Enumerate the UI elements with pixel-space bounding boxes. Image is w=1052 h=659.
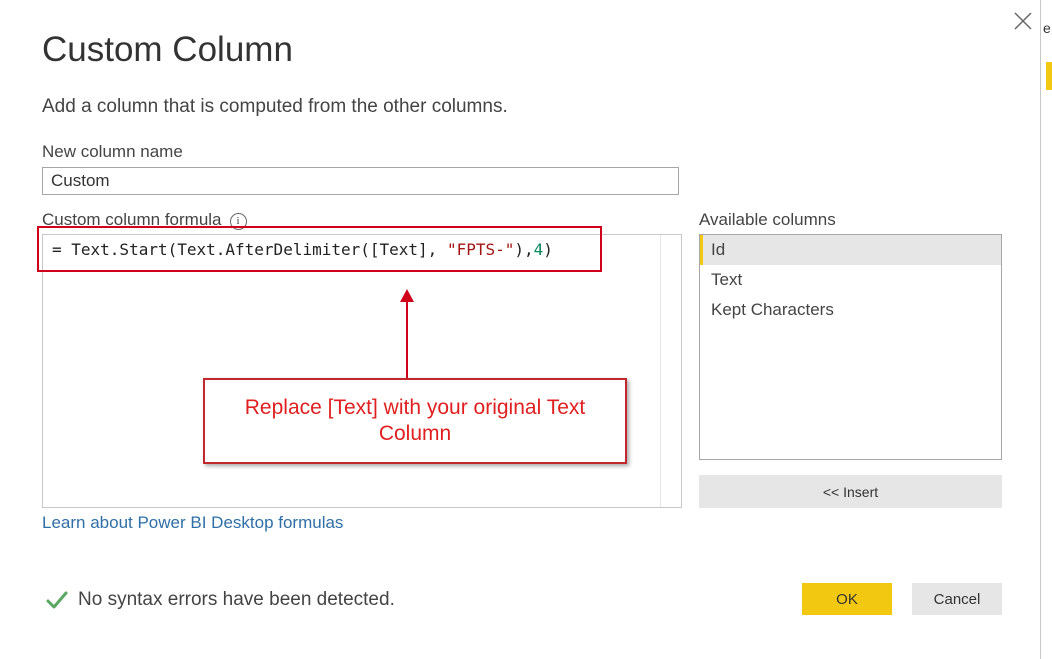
annotation-callout: Replace [Text] with your original Text C… xyxy=(203,378,627,464)
syntax-status: No syntax errors have been detected. xyxy=(46,589,395,611)
checkmark-icon xyxy=(46,591,68,609)
ok-button[interactable]: OK xyxy=(802,583,892,615)
learn-formulas-link[interactable]: Learn about Power BI Desktop formulas xyxy=(42,513,343,533)
available-columns-label: Available columns xyxy=(699,210,836,229)
syntax-status-text: No syntax errors have been detected. xyxy=(78,589,395,610)
new-column-name-label: New column name xyxy=(42,142,183,161)
formula-scrollbar[interactable] xyxy=(660,235,681,507)
insert-button[interactable]: << Insert xyxy=(699,475,1002,508)
close-icon xyxy=(1014,12,1032,30)
background-window-text: e xyxy=(1043,20,1051,36)
background-window-edge xyxy=(1040,0,1052,659)
available-column-text[interactable]: Text xyxy=(700,265,1001,295)
dialog-subtitle: Add a column that is computed from the o… xyxy=(42,96,508,117)
annotation-arrow-icon xyxy=(400,289,414,378)
available-column-id[interactable]: Id xyxy=(700,235,1001,265)
formula-editor[interactable] xyxy=(42,234,682,508)
dialog-title: Custom Column xyxy=(42,30,293,69)
formula-highlight-box xyxy=(37,226,602,272)
new-column-name-input[interactable] xyxy=(42,167,679,195)
available-columns-list[interactable]: Id Text Kept Characters xyxy=(699,234,1002,460)
annotation-text: Replace [Text] with your original Text C… xyxy=(244,396,586,445)
cancel-button[interactable]: Cancel xyxy=(912,583,1002,615)
available-column-kept-characters[interactable]: Kept Characters xyxy=(700,295,1001,325)
close-button[interactable] xyxy=(1010,8,1036,34)
background-window-accent xyxy=(1046,62,1052,90)
